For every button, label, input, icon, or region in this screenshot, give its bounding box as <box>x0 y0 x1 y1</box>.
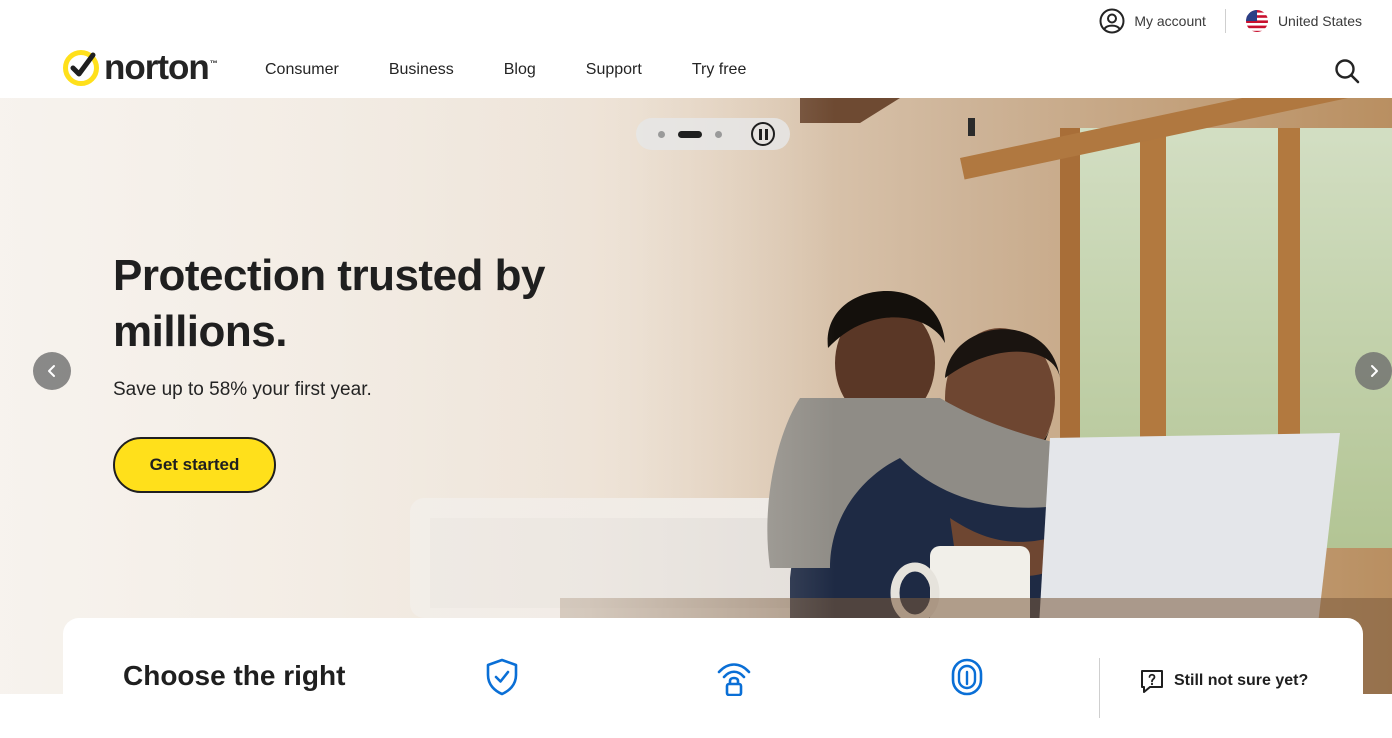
user-circle-icon <box>1099 8 1125 34</box>
nav-link-business[interactable]: Business <box>389 61 454 79</box>
carousel-prev-button[interactable] <box>33 352 71 390</box>
carousel-pause-button[interactable] <box>751 122 775 146</box>
search-icon <box>1335 59 1360 84</box>
carousel-dot-1[interactable] <box>658 130 665 138</box>
nav-links: Consumer Business Blog Support Try free <box>265 61 796 79</box>
norton-checkmark-icon <box>63 50 99 86</box>
my-account-link[interactable]: My account <box>1099 8 1206 34</box>
region-label: United States <box>1277 13 1362 29</box>
logo-wordmark: norton™ <box>104 48 218 87</box>
choose-title: Choose the right <box>123 660 346 691</box>
main-navigation: norton™ Consumer Business Blog Support T… <box>0 42 1392 98</box>
region-selector[interactable]: United States <box>1245 9 1362 33</box>
choose-product-card: Choose the right Still not sure yet? <box>63 618 1363 738</box>
carousel-controls <box>636 118 790 150</box>
nav-link-consumer[interactable]: Consumer <box>265 61 339 79</box>
still-not-sure-label: Still not sure yet? <box>1174 672 1309 689</box>
nav-link-blog[interactable]: Blog <box>504 61 536 79</box>
chevron-right-icon <box>1370 365 1378 377</box>
shield-check-icon <box>486 658 518 696</box>
question-bubble-icon <box>1141 670 1163 693</box>
norton-logo[interactable]: norton™ <box>62 48 218 88</box>
search-button[interactable] <box>1334 58 1360 89</box>
fingerprint-icon <box>951 658 983 696</box>
nav-link-try-free[interactable]: Try free <box>692 61 747 79</box>
get-started-button[interactable]: Get started <box>113 437 276 493</box>
pause-icon <box>758 128 762 140</box>
chevron-left-icon <box>48 365 55 377</box>
utility-divider <box>1224 9 1226 33</box>
us-flag-icon <box>1245 10 1268 32</box>
nav-link-support[interactable]: Support <box>586 61 642 79</box>
my-account-label: My account <box>1134 13 1206 29</box>
carousel-next-button[interactable] <box>1355 352 1392 390</box>
hero-title: Protection trusted by millions. <box>113 251 546 356</box>
card-divider <box>1099 658 1100 718</box>
carousel-dot-2[interactable] <box>678 130 702 138</box>
hero-subtitle: Save up to 58% your first year. <box>113 379 372 400</box>
still-not-sure-link[interactable]: Still not sure yet? <box>1139 668 1308 694</box>
hero-banner: Protection trusted by millions. Save up … <box>0 98 1392 694</box>
utility-bar: My account United States <box>0 0 1392 42</box>
wifi-lock-icon <box>717 663 751 696</box>
carousel-dot-3[interactable] <box>715 130 722 138</box>
